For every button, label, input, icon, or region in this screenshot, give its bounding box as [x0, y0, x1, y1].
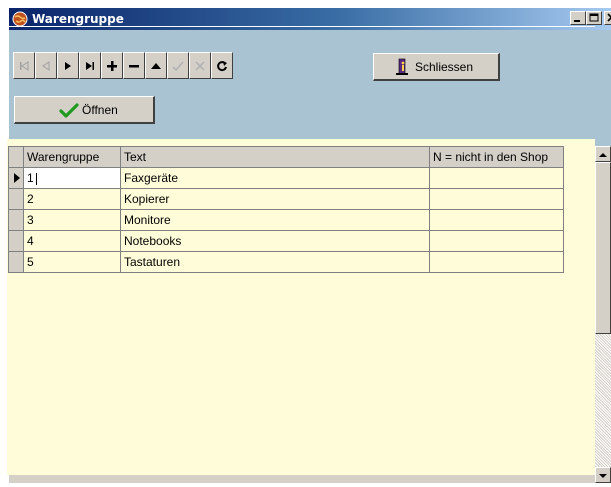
post-record-button[interactable] [167, 52, 189, 79]
row-indicator[interactable] [8, 209, 24, 231]
column-header-shop[interactable]: N = nicht in den Shop [429, 146, 564, 168]
cell-shop[interactable] [429, 167, 564, 189]
column-header-warengruppe[interactable]: Warengruppe [23, 146, 121, 168]
cell-text[interactable]: Faxgeräte [120, 167, 430, 189]
insert-record-button[interactable] [101, 52, 123, 79]
next-record-icon [65, 61, 71, 70]
row-indicator-header [8, 146, 24, 168]
text-cursor [35, 172, 37, 185]
cell-warengruppe[interactable]: 1 [23, 167, 121, 189]
delete-record-icon [129, 64, 139, 67]
scroll-up-button[interactable] [595, 146, 611, 162]
next-record-button[interactable] [57, 52, 79, 79]
cell-warengruppe[interactable]: 4 [23, 230, 121, 252]
delete-record-button[interactable] [123, 52, 145, 79]
table-row[interactable]: 2 Kopierer [8, 188, 564, 210]
current-row-arrow-icon [14, 173, 20, 183]
maximize-button[interactable] [586, 11, 602, 25]
cell-shop[interactable] [429, 188, 564, 210]
cancel-edit-icon [195, 60, 205, 71]
schliessen-button[interactable]: Schliessen [373, 53, 500, 81]
column-header-text[interactable]: Text [120, 146, 430, 168]
oeffnen-label: Öffnen [82, 103, 118, 117]
cell-warengruppe[interactable]: 2 [23, 188, 121, 210]
db-navigator [13, 52, 233, 79]
cancel-edit-button[interactable] [189, 52, 211, 79]
last-record-button[interactable] [79, 52, 101, 79]
minimize-icon [574, 20, 580, 22]
edit-record-button[interactable] [145, 52, 167, 79]
schliessen-label: Schliessen [415, 60, 474, 74]
last-record-icon [86, 61, 94, 70]
insert-record-icon [107, 60, 117, 71]
row-indicator[interactable] [8, 230, 24, 252]
cell-warengruppe[interactable]: 3 [23, 209, 121, 231]
vertical-scrollbar[interactable] [595, 146, 611, 483]
scrollbar-thumb[interactable] [595, 162, 611, 334]
table-row[interactable]: 4 Notebooks [8, 230, 564, 252]
prior-record-button[interactable] [35, 52, 57, 79]
arrow-up-icon [599, 153, 607, 157]
edit-record-icon [151, 62, 161, 69]
cell-text[interactable]: Notebooks [120, 230, 430, 252]
row-indicator[interactable] [8, 167, 24, 189]
green-checkmark-icon [59, 103, 79, 118]
table-row[interactable]: 1 Faxgeräte [8, 167, 564, 189]
first-record-button[interactable] [13, 52, 35, 79]
table-row[interactable]: 3 Monitore [8, 209, 564, 231]
cell-shop[interactable] [429, 230, 564, 252]
minimize-button[interactable] [570, 11, 586, 25]
arrow-down-icon [599, 474, 607, 478]
window-title: Warengruppe [32, 12, 124, 26]
oeffnen-button[interactable]: Öffnen [14, 96, 155, 124]
row-indicator[interactable] [8, 188, 24, 210]
first-record-icon [20, 60, 29, 71]
cell-shop[interactable] [429, 251, 564, 273]
cell-text[interactable]: Monitore [120, 209, 430, 231]
row-indicator[interactable] [8, 251, 24, 273]
scroll-down-button[interactable] [595, 467, 611, 483]
cell-text[interactable]: Tastaturen [120, 251, 430, 273]
post-record-icon [172, 61, 184, 71]
warengruppe-grid: Warengruppe Text N = nicht in den Shop 1… [8, 146, 564, 273]
cell-text[interactable]: Kopierer [120, 188, 430, 210]
maximize-icon [589, 13, 599, 22]
exit-door-icon [396, 58, 408, 75]
grid-header-row: Warengruppe Text N = nicht in den Shop [8, 146, 564, 168]
cell-warengruppe[interactable]: 5 [23, 251, 121, 273]
app-globe-icon [12, 11, 28, 27]
cell-shop[interactable] [429, 209, 564, 231]
cell-warengruppe-value: 1 [27, 171, 34, 185]
refresh-icon [217, 60, 227, 71]
close-icon [607, 13, 611, 22]
prior-record-icon [42, 60, 50, 71]
table-row[interactable]: 5 Tastaturen [8, 251, 564, 273]
refresh-button[interactable] [211, 52, 233, 79]
close-window-button[interactable] [604, 11, 611, 25]
